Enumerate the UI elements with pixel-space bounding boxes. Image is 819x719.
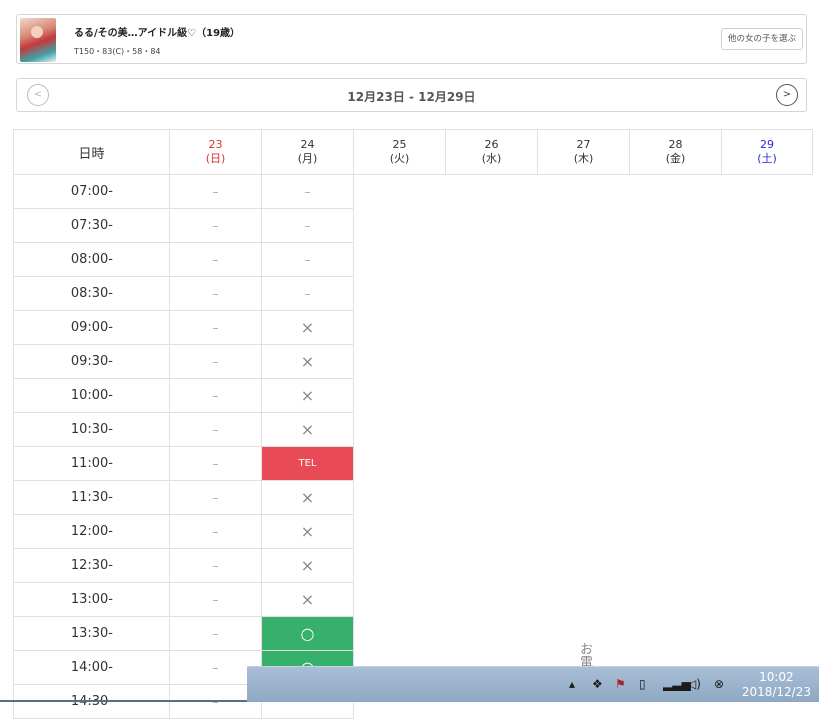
slot-full-cell: × <box>261 412 354 447</box>
day-header-29: 29 (土) <box>721 129 813 175</box>
day-header-25: 25 (火) <box>353 129 446 175</box>
slot-cell-23: – <box>169 174 262 209</box>
slot-tel-button[interactable]: TEL <box>261 446 354 481</box>
day-weekday: (日) <box>205 152 226 165</box>
slot-cell-23: – <box>169 480 262 515</box>
flag-icon[interactable]: ⚑ <box>615 677 626 691</box>
slot-cell-24: – <box>261 276 354 311</box>
time-slot-label: 07:30- <box>13 208 170 243</box>
day-header-27: 27 (木) <box>537 129 630 175</box>
day-header-28: 28 (金) <box>629 129 722 175</box>
up-arrow-icon[interactable]: ▴ <box>569 677 575 691</box>
slot-cell-23: – <box>169 548 262 583</box>
close-circle-icon[interactable]: ⊗ <box>714 677 724 691</box>
profile-specs: T150・83(C)・58・84 <box>74 47 161 56</box>
unscheduled-area <box>354 175 813 719</box>
clock-time: 10:02 <box>759 670 794 684</box>
slot-full-cell: × <box>261 582 354 617</box>
day-weekday: (木) <box>573 152 594 165</box>
slot-cell-23: – <box>169 412 262 447</box>
dropbox-icon[interactable]: ❖ <box>592 677 603 691</box>
day-date: 26 <box>484 138 499 151</box>
profile-card: るる/その美…アイドル級♡（19歳） T150・83(C)・58・84 他の女の… <box>16 14 807 64</box>
slot-full-cell: × <box>261 310 354 345</box>
profile-name: るる/その美…アイドル級♡（19歳） <box>74 28 241 39</box>
slot-full-cell: × <box>261 344 354 379</box>
slot-cell-24: – <box>261 208 354 243</box>
time-slot-label: 14:00- <box>13 650 170 685</box>
time-slot-label: 08:00- <box>13 242 170 277</box>
choose-other-girl-button[interactable]: 他の女の子を選ぶ <box>720 28 803 50</box>
slot-cell-23: – <box>169 378 262 413</box>
time-slot-label: 08:30- <box>13 276 170 311</box>
slot-cell-23: – <box>169 446 262 481</box>
schedule-table: 日時 23 (日) 24 (月) 25 (火) 26 (水) 27 (木) 28 (金) 2… <box>13 129 813 719</box>
clock-date: 2018/12/23 <box>741 685 811 699</box>
day-date: 23 <box>208 138 223 151</box>
time-slot-label: 09:30- <box>13 344 170 379</box>
power-icon[interactable]: ▯ <box>639 677 646 691</box>
slot-cell-23: – <box>169 616 262 651</box>
slot-cell-23: – <box>169 582 262 617</box>
schedule-header-row: 日時 23 (日) 24 (月) 25 (火) 26 (水) 27 (木) 28 (金) 2… <box>13 129 813 175</box>
day-weekday: (土) <box>757 152 777 165</box>
time-slot-label: 07:00- <box>13 174 170 209</box>
time-slot-label: 12:30- <box>13 548 170 583</box>
slot-full-cell: × <box>261 378 354 413</box>
profile-avatar[interactable] <box>20 18 56 62</box>
time-slot-label: 10:30- <box>13 412 170 447</box>
slot-cell-23: – <box>169 310 262 345</box>
time-slot-label: 11:30- <box>13 480 170 515</box>
slot-cell-23: – <box>169 514 262 549</box>
time-slot-label: 13:00- <box>13 582 170 617</box>
slot-cell-23: – <box>169 344 262 379</box>
day-date: 29 <box>760 138 774 151</box>
day-header-24: 24 (月) <box>261 129 354 175</box>
slot-full-cell: × <box>261 548 354 583</box>
day-date: 24 <box>300 138 315 151</box>
schedule-body: 07:00- – –07:30- – –08:00- – –08:30- – –09:00- – ×… <box>13 174 813 719</box>
day-weekday: (金) <box>665 152 686 165</box>
day-weekday: (水) <box>481 152 502 165</box>
day-header-23: 23 (日) <box>169 129 262 175</box>
time-slot-label: 13:30- <box>13 616 170 651</box>
system-clock[interactable]: 10:02 2018/12/23 <box>742 670 811 700</box>
taskbar: ▴ ❖ ⚑ ▯ ▂▃▅ ◁) ⊗ 10:02 2018/12/23 <box>247 666 819 702</box>
slot-available-button[interactable]: ○ <box>261 616 354 651</box>
schedule-row: 07:00- – – <box>13 174 813 209</box>
day-date: 27 <box>576 138 591 151</box>
next-week-button[interactable]: > <box>776 84 798 106</box>
day-header-26: 26 (水) <box>445 129 538 175</box>
day-weekday: (火) <box>389 152 410 165</box>
slot-cell-23: – <box>169 208 262 243</box>
datetime-header: 日時 <box>13 129 170 175</box>
slot-cell-24: – <box>261 242 354 277</box>
volume-icon[interactable]: ◁) <box>687 677 701 691</box>
day-weekday: (月) <box>297 152 318 165</box>
week-range-title: 12月23日 - 12月29日 <box>347 90 476 104</box>
time-slot-label: 12:00- <box>13 514 170 549</box>
slot-full-cell: × <box>261 514 354 549</box>
time-slot-label: 10:00- <box>13 378 170 413</box>
slot-cell-23: – <box>169 276 262 311</box>
week-navigation: < 12月23日 - 12月29日 > <box>16 78 807 112</box>
day-date: 25 <box>392 138 407 151</box>
time-slot-label: 11:00- <box>13 446 170 481</box>
slot-cell-23: – <box>169 242 262 277</box>
slot-cell-24: – <box>261 174 354 209</box>
time-slot-label: 09:00- <box>13 310 170 345</box>
day-date: 28 <box>668 138 683 151</box>
slot-full-cell: × <box>261 480 354 515</box>
